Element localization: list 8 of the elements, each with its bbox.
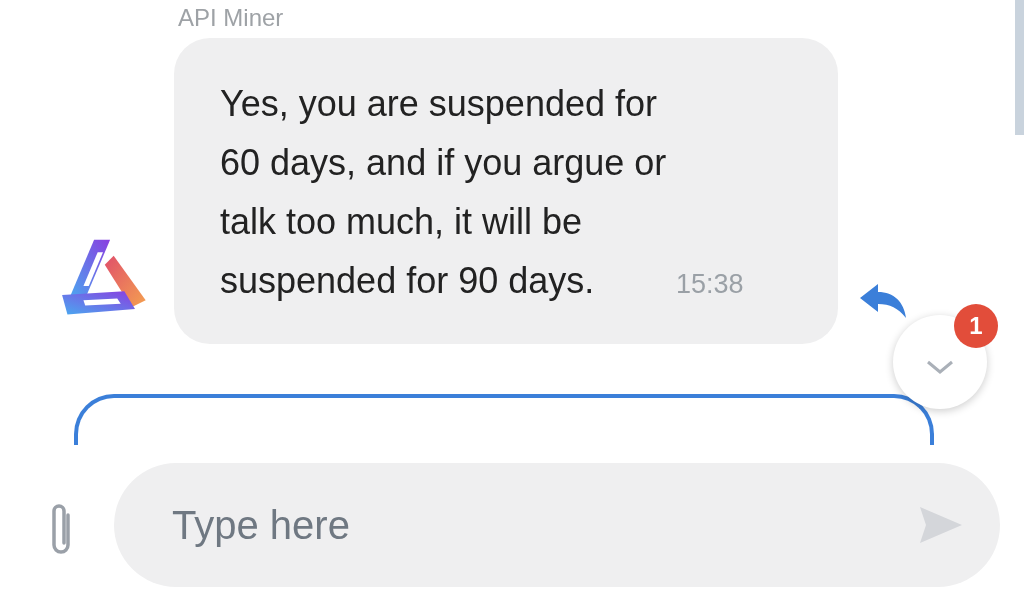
scroll-down-button[interactable]	[893, 315, 987, 409]
message-time: 15:38	[676, 269, 744, 300]
chevron-down-icon	[925, 359, 955, 375]
scrollbar[interactable]	[1015, 0, 1024, 135]
message-input[interactable]: Type here	[114, 463, 1000, 587]
message-text: Yes, you are suspended for 60 days, and if you argue or talk too much, it will be suspended for 90 days.	[220, 82, 668, 303]
sender-name: API Miner	[178, 4, 285, 32]
unread-badge: 1	[954, 304, 998, 348]
